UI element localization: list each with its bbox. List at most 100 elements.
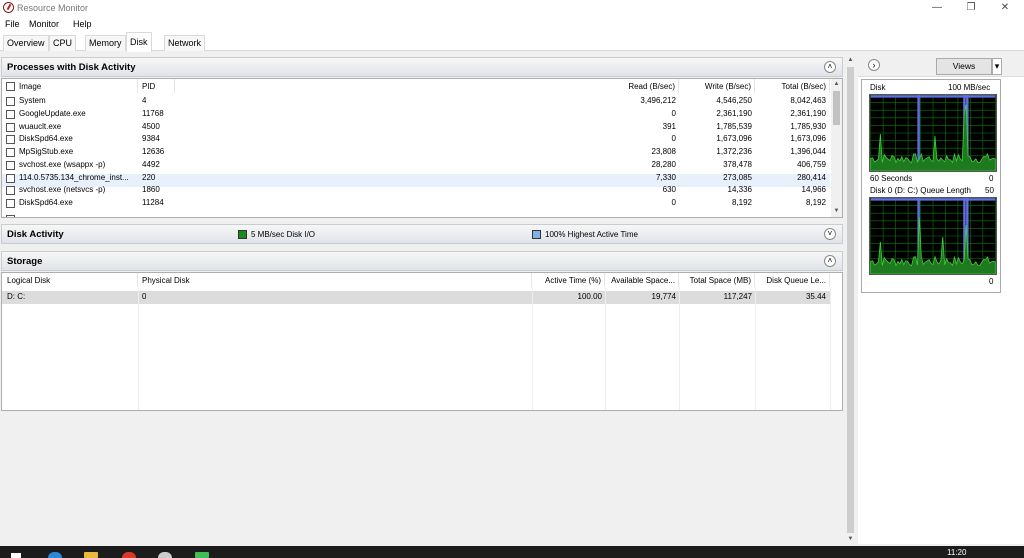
write-cell: 378,478 xyxy=(723,159,752,169)
read-cell: 0 xyxy=(671,108,676,118)
col-read[interactable]: Read (B/sec) xyxy=(175,79,679,93)
storage-header[interactable]: Storage ˄ xyxy=(1,251,843,271)
views-button[interactable]: Views xyxy=(936,58,992,75)
processes-scrollbar[interactable]: ▲ ▼ xyxy=(831,79,842,217)
col-write[interactable]: Write (B/sec) xyxy=(679,79,755,93)
read-cell: 0 xyxy=(671,198,676,207)
main-scroll-up-icon[interactable]: ▲ xyxy=(846,56,855,65)
image-cell: MpSigStub.exe xyxy=(19,147,74,156)
physical-disk-cell: 0 xyxy=(142,292,147,301)
disk-io-legend-swatch xyxy=(238,230,247,239)
app-icon[interactable] xyxy=(158,552,172,558)
tab-network[interactable]: Network xyxy=(164,35,206,51)
table-row[interactable]: svchost.exe (wsappx -p) 4492 28,280 378,478… xyxy=(2,159,830,172)
processes-collapse-button[interactable]: ˄ xyxy=(824,61,836,73)
tab-cpu[interactable]: CPU xyxy=(49,35,77,51)
resource-monitor-taskbar-icon[interactable] xyxy=(195,552,209,558)
col-logical-disk[interactable]: Logical Disk xyxy=(2,273,138,287)
row-checkbox[interactable] xyxy=(6,199,15,208)
scroll-down-icon[interactable]: ▼ xyxy=(832,207,841,216)
disk-queue-cell: 35.44 xyxy=(805,292,826,301)
pid-cell: 11768 xyxy=(142,108,164,118)
write-cell: 1,673,096 xyxy=(716,134,752,144)
disk-graph xyxy=(869,94,997,172)
table-row[interactable]: MpSigStub.exe 12636 23,808 1,372,236 1,396,0… xyxy=(2,146,830,159)
divider xyxy=(679,287,680,410)
close-button[interactable]: ✕ xyxy=(988,0,1022,17)
table-row[interactable]: svchost.exe (netsvcs -p) 1860 630 14,336 14,… xyxy=(2,184,830,197)
queue-graph-title: Disk 0 (D: C:) Queue Length xyxy=(870,186,971,195)
processes-header[interactable]: Processes with Disk Activity ˄ xyxy=(1,57,843,77)
menu-bar: File Monitor Help xyxy=(0,17,1024,32)
processes-table: Image PID Read (B/sec) Write (B/sec) Tot… xyxy=(1,78,843,218)
table-row[interactable]: wuauclt.exe 4500 391 1,785,539 1,785,930 xyxy=(2,121,830,134)
table-row[interactable]: 114.0.5735.134_chrome_inst... 220 7,330 273… xyxy=(2,172,830,185)
total-space-cell: 117,247 xyxy=(723,292,752,301)
table-row[interactable]: D: C: 0 100.00 19,774 117,247 35.44 xyxy=(2,291,830,304)
minimize-button[interactable]: — xyxy=(920,0,954,17)
main-scroll-thumb[interactable] xyxy=(847,67,854,533)
pid-cell: 220 xyxy=(142,172,156,182)
menu-help[interactable]: Help xyxy=(73,19,92,29)
maximize-button[interactable]: ❐ xyxy=(954,0,988,17)
scroll-up-icon[interactable]: ▲ xyxy=(832,80,841,89)
tab-memory[interactable]: Memory xyxy=(85,35,126,51)
image-cell: DiskSpd64.exe xyxy=(19,134,73,144)
row-checkbox[interactable] xyxy=(6,160,15,170)
col-disk-queue[interactable]: Disk Queue Le... xyxy=(755,273,830,287)
col-pid[interactable]: PID xyxy=(138,79,175,93)
tab-disk[interactable]: Disk xyxy=(126,32,152,52)
title-bar: Resource Monitor — ❐ ✕ xyxy=(0,0,1024,17)
table-row[interactable]: GoogleUpdate.exe 11768 0 2,361,190 2,361,190 xyxy=(2,108,830,121)
resource-monitor-icon xyxy=(3,2,14,13)
read-cell: 0 xyxy=(671,134,676,144)
clock-time[interactable]: 11:20 xyxy=(947,548,966,557)
read-cell: 28,280 xyxy=(651,159,676,169)
col-active-time[interactable]: Active Time (%) xyxy=(532,273,605,287)
graph-pane-toggle-button[interactable]: › xyxy=(868,59,880,71)
row-checkbox[interactable] xyxy=(6,186,15,196)
disk-activity-header[interactable]: Disk Activity 5 MB/sec Disk I/O 100% Hig… xyxy=(1,224,843,244)
main-scroll-down-icon[interactable]: ▼ xyxy=(846,535,855,544)
table-row[interactable]: System 4 3,496,212 4,546,250 8,042,463 xyxy=(2,95,830,108)
row-checkbox[interactable] xyxy=(6,215,15,217)
disk-activity-title: Disk Activity xyxy=(7,229,64,240)
row-checkbox[interactable] xyxy=(6,135,15,145)
chrome-icon[interactable] xyxy=(122,552,136,558)
image-cell: System xyxy=(19,96,46,105)
read-cell: 7,330 xyxy=(655,172,676,182)
file-explorer-icon[interactable] xyxy=(84,552,98,558)
views-dropdown-icon[interactable]: ▾ xyxy=(992,58,1002,75)
storage-table: Logical Disk Physical Disk Active Time (… xyxy=(1,272,843,411)
table-row[interactable]: DiskSpd64.exe 11284 0 8,192 8,192 xyxy=(2,197,830,210)
row-checkbox[interactable] xyxy=(6,97,15,106)
menu-monitor[interactable]: Monitor xyxy=(29,19,59,29)
col-available-space[interactable]: Available Space... xyxy=(605,273,679,287)
col-image[interactable]: Image xyxy=(2,79,138,93)
storage-collapse-button[interactable]: ˄ xyxy=(824,255,836,267)
tab-overview[interactable]: Overview xyxy=(3,35,49,51)
edge-icon[interactable] xyxy=(48,552,62,558)
row-checkbox[interactable] xyxy=(6,148,15,157)
row-checkbox[interactable] xyxy=(6,173,15,183)
col-physical-disk[interactable]: Physical Disk xyxy=(138,273,532,287)
start-icon[interactable] xyxy=(11,553,21,558)
select-all-checkbox[interactable] xyxy=(6,82,15,91)
col-total[interactable]: Total (B/sec) xyxy=(755,79,830,93)
image-cell: wuauclt.exe xyxy=(19,121,62,131)
col-total-space[interactable]: Total Space (MB) xyxy=(679,273,755,287)
row-checkbox[interactable] xyxy=(6,122,15,132)
table-row-partial xyxy=(2,214,830,217)
main-scrollbar[interactable]: ▲ ▼ xyxy=(845,55,856,545)
window-title: Resource Monitor xyxy=(17,3,89,13)
total-cell: 280,414 xyxy=(797,172,826,182)
write-cell: 14,336 xyxy=(727,185,752,195)
menu-file[interactable]: File xyxy=(5,19,20,29)
scroll-thumb[interactable] xyxy=(833,91,840,125)
total-cell: 1,673,096 xyxy=(790,134,826,144)
active-time-legend-swatch xyxy=(532,230,541,239)
disk-activity-expand-button[interactable]: ˅ xyxy=(824,228,836,240)
row-checkbox[interactable] xyxy=(6,109,15,119)
table-row[interactable]: DiskSpd64.exe 9384 0 1,673,096 1,673,096 xyxy=(2,133,830,146)
total-cell: 2,361,190 xyxy=(790,108,826,118)
